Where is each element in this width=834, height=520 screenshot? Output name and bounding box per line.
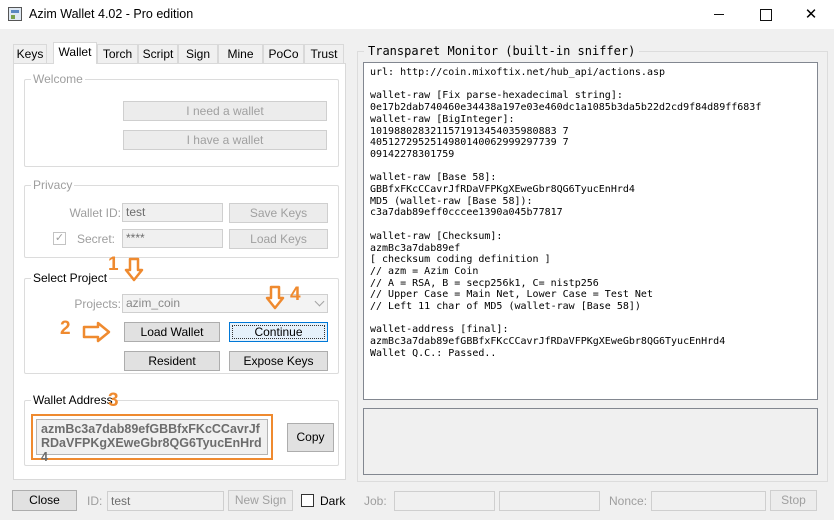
secret-label: Secret: (77, 232, 116, 246)
annotation-4: 4 (290, 284, 301, 305)
welcome-group: Welcome I need a wallet I have a wallet (24, 72, 339, 167)
wallet-tab-panel: Welcome I need a wallet I have a wallet … (13, 63, 346, 480)
job-extra-field[interactable] (499, 491, 600, 511)
expose-keys-button[interactable]: Expose Keys (229, 351, 328, 371)
monitor-log[interactable]: url: http://coin.mixoftix.net/hub_api/ac… (363, 62, 818, 400)
load-keys-button[interactable]: Load Keys (229, 229, 328, 249)
chevron-down-icon (314, 296, 325, 307)
projects-dropdown-value: azim_coin (126, 296, 181, 310)
wallet-address-group: Wallet Address azmBc3a7dab89efGBBfxFKcCC… (24, 393, 339, 466)
maximize-button[interactable] (742, 0, 788, 29)
arrow-down-icon (124, 257, 144, 282)
copy-button[interactable]: Copy (287, 423, 334, 452)
tab-script[interactable]: Script (138, 44, 178, 63)
nonce-label: Nonce: (609, 494, 648, 508)
nonce-field[interactable] (651, 491, 766, 511)
dark-checkbox[interactable] (301, 494, 314, 507)
monitor-title: Transparet Monitor (built-in sniffer) (364, 44, 640, 58)
tab-sign[interactable]: Sign (178, 44, 218, 63)
tab-poco[interactable]: PoCo (263, 44, 304, 63)
app-icon (8, 7, 22, 21)
tab-trust[interactable]: Trust (304, 44, 344, 63)
secret-checkbox[interactable]: ✓ (53, 232, 66, 245)
wallet-address-highlight: azmBc3a7dab89efGBBfxFKcCCavrJfRDaVFPKgXE… (31, 414, 273, 464)
monitor-input[interactable] (363, 408, 818, 475)
save-keys-button[interactable]: Save Keys (229, 203, 328, 223)
have-wallet-button[interactable]: I have a wallet (123, 130, 327, 150)
tab-keys[interactable]: Keys (13, 44, 47, 63)
window-title: Azim Wallet 4.02 - Pro edition (29, 7, 194, 21)
job-label: Job: (364, 494, 387, 508)
close-button[interactable]: Close (12, 490, 77, 511)
select-project-group-title: Select Project (31, 271, 110, 285)
dark-label: Dark (320, 494, 346, 508)
stop-button[interactable]: Stop (770, 490, 817, 511)
annotation-1: 1 (108, 254, 119, 275)
load-wallet-button[interactable]: Load Wallet (124, 322, 220, 342)
tab-wallet[interactable]: Wallet (53, 42, 97, 64)
welcome-group-title: Welcome (31, 72, 85, 86)
secret-field[interactable]: **** (122, 229, 223, 248)
privacy-group-title: Privacy (31, 178, 75, 192)
annotation-2: 2 (60, 318, 71, 339)
job-field[interactable] (394, 491, 495, 511)
new-sign-button[interactable]: New Sign (228, 490, 293, 511)
tab-torch[interactable]: Torch (97, 44, 138, 63)
wallet-address-group-title: Wallet Address (31, 393, 115, 407)
wallet-id-field[interactable]: test (122, 203, 223, 222)
id-label: ID: (87, 494, 103, 508)
close-window-button[interactable]: ✕ (788, 0, 834, 29)
arrow-right-icon (82, 321, 111, 343)
annotation-3: 3 (108, 390, 119, 411)
title-bar: Azim Wallet 4.02 - Pro edition ✕ (0, 0, 834, 29)
resident-button[interactable]: Resident (124, 351, 220, 371)
privacy-group: Privacy Wallet ID: test Save Keys ✓ Secr… (24, 178, 339, 258)
continue-button[interactable]: Continue (229, 322, 328, 342)
projects-label: Projects: (74, 297, 121, 311)
wallet-id-label: Wallet ID: (69, 206, 121, 220)
wallet-address-field[interactable]: azmBc3a7dab89efGBBfxFKcCCavrJfRDaVFPKgXE… (36, 419, 268, 464)
minimize-button[interactable] (696, 0, 742, 29)
tab-mine[interactable]: Mine (218, 44, 263, 63)
arrow-down-icon (265, 285, 285, 310)
id-field[interactable]: test (107, 491, 224, 511)
need-wallet-button[interactable]: I need a wallet (123, 101, 327, 121)
